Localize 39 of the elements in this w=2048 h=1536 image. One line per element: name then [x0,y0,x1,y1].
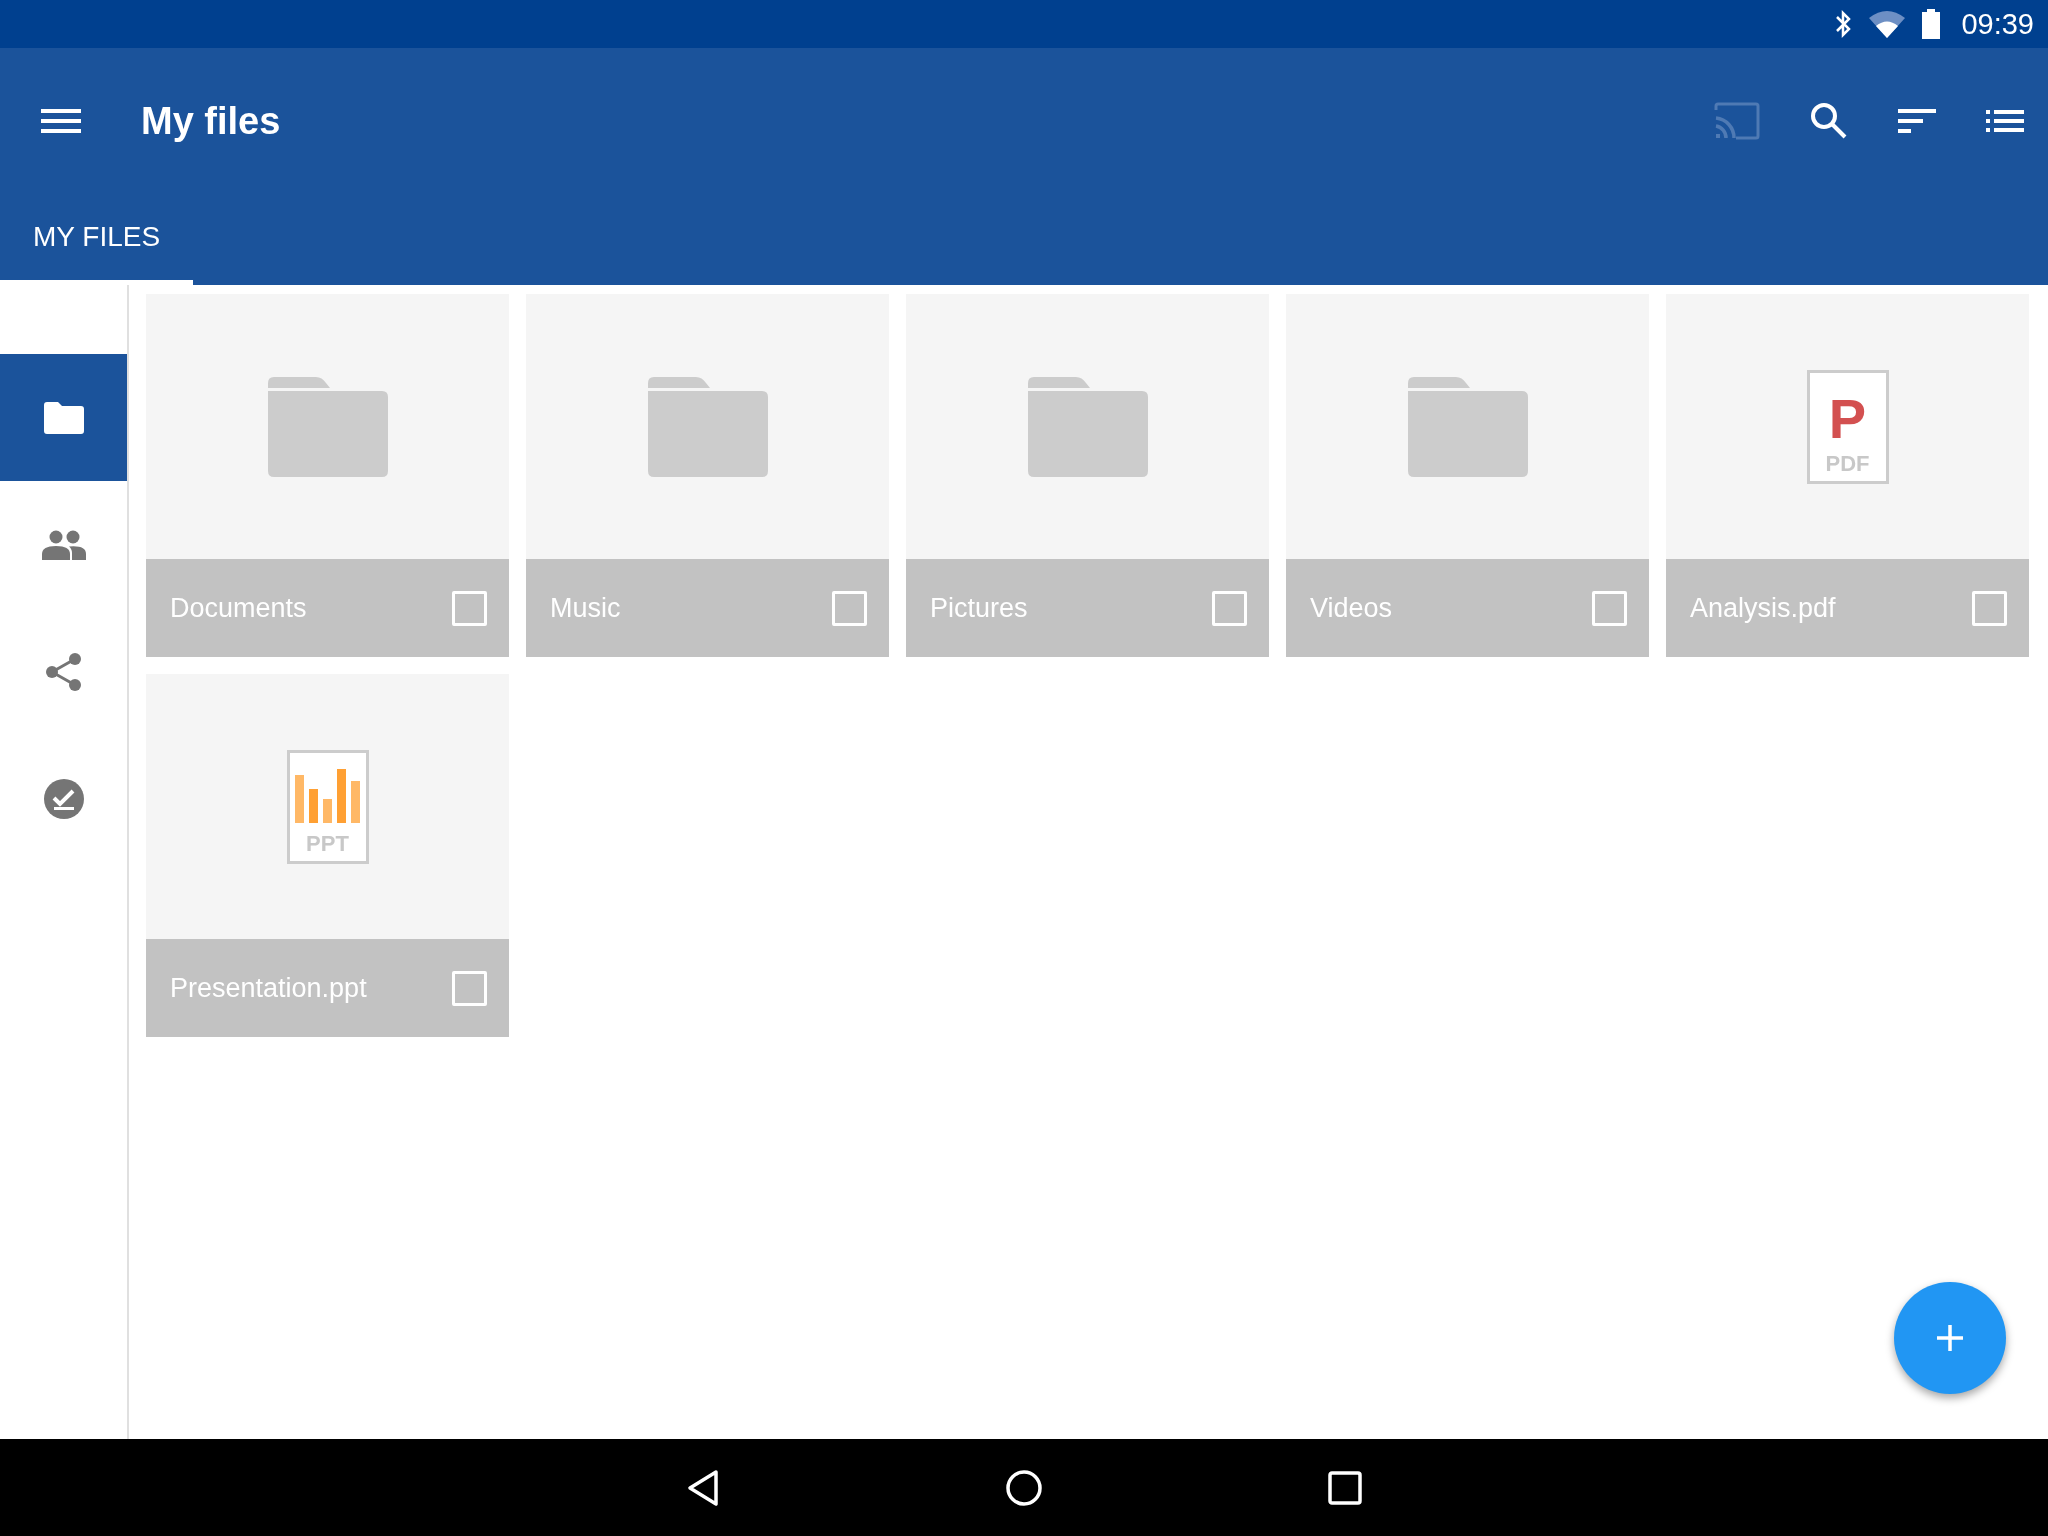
folder-icon [647,376,768,477]
people-icon [41,529,86,560]
clock-time: 09:39 [1961,7,2034,41]
back-icon[interactable] [686,1468,720,1507]
share-icon [43,650,84,693]
file-tile[interactable]: Pictures [906,294,1269,657]
file-tile[interactable]: Videos [1286,294,1649,657]
file-name: Presentation.ppt [170,972,367,1004]
list-view-icon[interactable] [1986,109,2024,133]
plus-icon [1935,1323,1965,1353]
checkbox[interactable] [1592,590,1627,626]
add-button[interactable] [1894,1282,2006,1394]
menu-icon[interactable] [41,107,81,135]
search-icon[interactable] [1810,102,1848,140]
file-name: Pictures [930,592,1028,624]
checkbox[interactable] [452,970,487,1006]
folder-icon [1027,376,1148,477]
folder-icon [267,376,388,477]
sort-icon[interactable] [1898,107,1936,135]
file-tile[interactable]: Music [526,294,889,657]
tab[interactable]: MY FILES [0,194,194,285]
checkbox[interactable] [452,590,487,626]
folder-icon [43,401,84,434]
task-done-icon [42,777,85,820]
file-tile[interactable]: Documents [146,294,509,657]
checkbox[interactable] [832,590,867,626]
file-name: Documents [170,592,307,624]
checkbox[interactable] [1972,590,2007,626]
sidebar-item[interactable] [0,354,127,481]
file-name: Videos [1310,592,1393,624]
checkbox[interactable] [1212,590,1247,626]
file-name: Music [550,592,621,624]
folder-icon [1407,376,1528,477]
recent-apps-icon[interactable] [1328,1470,1362,1505]
battery-icon [1921,9,1942,39]
home-icon[interactable] [1005,1468,1043,1507]
app-title: My files [141,99,281,143]
wifi-icon [1869,10,1906,38]
file-name: Analysis.pdf [1690,592,1836,624]
